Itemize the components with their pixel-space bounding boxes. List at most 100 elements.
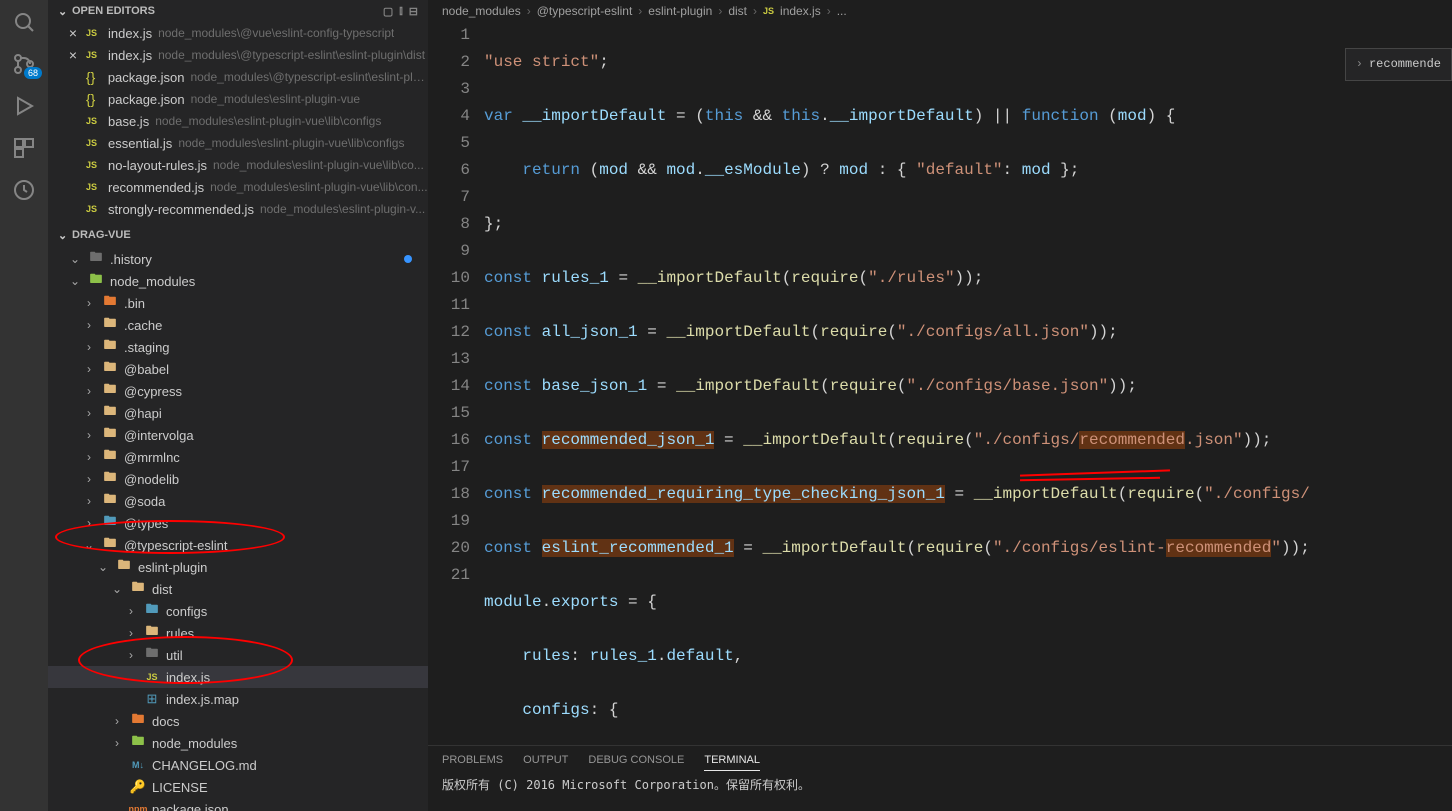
tree-item-label: node_modules xyxy=(110,274,195,289)
breadcrumb-ellipsis[interactable]: ... xyxy=(837,4,847,18)
tree-item-label: .history xyxy=(110,252,152,267)
file-type-icon: JS xyxy=(86,160,102,170)
tree-item[interactable]: 🔑LICENSE xyxy=(48,776,428,798)
chevron-down-icon: ⌄ xyxy=(58,229,72,242)
tree-item[interactable]: ›🖿rules xyxy=(48,622,428,644)
breadcrumb-segment[interactable]: eslint-plugin xyxy=(648,4,712,18)
panel-tab[interactable]: OUTPUT xyxy=(523,750,568,770)
chevron-icon: ⌄ xyxy=(68,274,82,288)
tree-item-label: @mrmlnc xyxy=(124,450,180,465)
breadcrumb-file[interactable]: index.js xyxy=(780,4,821,18)
tree-item[interactable]: ›🖿@cypress xyxy=(48,380,428,402)
code-content[interactable]: "use strict"; var __importDefault = (thi… xyxy=(484,22,1310,745)
markdown-icon: M↓ xyxy=(130,757,146,773)
panel-tab[interactable]: PROBLEMS xyxy=(442,750,503,770)
close-icon[interactable]: × xyxy=(66,47,80,63)
open-editor-item[interactable]: JSno-layout-rules.js node_modules\eslint… xyxy=(48,154,428,176)
editor-file-path: node_modules\@vue\eslint-config-typescri… xyxy=(158,26,394,40)
run-debug-icon[interactable] xyxy=(12,94,36,118)
tree-item[interactable]: ›🖿@hapi xyxy=(48,402,428,424)
tree-item[interactable]: ›🖿.cache xyxy=(48,314,428,336)
file-type-icon: JS xyxy=(86,204,102,214)
open-editor-item[interactable]: JSrecommended.js node_modules\eslint-plu… xyxy=(48,176,428,198)
open-editor-item[interactable]: JSessential.js node_modules\eslint-plugi… xyxy=(48,132,428,154)
folder-icon: 🖿 xyxy=(130,713,146,729)
breadcrumbs[interactable]: node_modules› @typescript-eslint› eslint… xyxy=(428,0,1452,22)
save-all-icon[interactable]: ⫾ xyxy=(399,5,403,18)
activity-bar xyxy=(0,0,48,811)
history-icon[interactable] xyxy=(12,178,36,202)
extensions-icon[interactable] xyxy=(12,136,36,160)
close-icon[interactable]: × xyxy=(66,25,80,41)
tree-item-label: util xyxy=(166,648,183,663)
file-type-icon: {} xyxy=(86,91,102,107)
tree-item[interactable]: JSindex.js xyxy=(48,666,428,688)
tree-item[interactable]: ›🖿@nodelib xyxy=(48,468,428,490)
tree-item[interactable]: ⌄🖿node_modules xyxy=(48,270,428,292)
code-editor[interactable]: 123456789101112131415161718192021 "use s… xyxy=(428,22,1452,745)
tree-item[interactable]: ›🖿.staging xyxy=(48,336,428,358)
sidebar: ⌄ Open Editors ▢ ⫾ ⊟ ×JSindex.js node_mo… xyxy=(48,0,428,811)
tree-item[interactable]: ›🖿configs xyxy=(48,600,428,622)
tree-item[interactable]: ›🖿util xyxy=(48,644,428,666)
chevron-icon: › xyxy=(82,494,96,508)
tree-item[interactable]: ›🖿@soda xyxy=(48,490,428,512)
tree-item[interactable]: ⌄🖿@typescript-eslint xyxy=(48,534,428,556)
tree-item-label: @hapi xyxy=(124,406,162,421)
editor-file-name: index.js xyxy=(108,48,152,63)
open-editors-actions: ▢ ⫾ ⊟ xyxy=(383,5,418,18)
tree-item[interactable]: ⌄🖿eslint-plugin xyxy=(48,556,428,578)
chevron-icon: › xyxy=(82,340,96,354)
tree-item[interactable]: ›🖿@babel xyxy=(48,358,428,380)
tree-item-label: @nodelib xyxy=(124,472,179,487)
open-editors-header[interactable]: ⌄ Open Editors ▢ ⫾ ⊟ xyxy=(48,0,428,22)
panel-tab[interactable]: DEBUG CONSOLE xyxy=(588,750,684,770)
tree-item-label: @babel xyxy=(124,362,169,377)
tree-item[interactable]: ⌄🖿dist xyxy=(48,578,428,600)
tree-item[interactable]: ›🖿@intervolga xyxy=(48,424,428,446)
editor-file-path: node_modules\@typescript-eslint\eslint-p… xyxy=(158,48,425,62)
panel-tab[interactable]: TERMINAL xyxy=(704,750,760,771)
open-editor-item[interactable]: ×JSindex.js node_modules\@typescript-esl… xyxy=(48,44,428,66)
tree-item[interactable]: ›🖿docs xyxy=(48,710,428,732)
tree-item-label: @soda xyxy=(124,494,165,509)
new-file-icon[interactable]: ▢ xyxy=(383,5,393,18)
tree-item[interactable]: ›🖿node_modules xyxy=(48,732,428,754)
breadcrumb-segment[interactable]: node_modules xyxy=(442,4,521,18)
chevron-icon: › xyxy=(124,626,138,640)
tree-item[interactable]: ›🖿.bin xyxy=(48,292,428,314)
editor-file-name: base.js xyxy=(108,114,149,129)
breadcrumb-popup[interactable]: › recommende xyxy=(1345,48,1452,81)
chevron-icon: › xyxy=(82,362,96,376)
open-editors-title: Open Editors xyxy=(72,5,155,17)
folder-icon: 🖿 xyxy=(102,471,118,487)
close-all-icon[interactable]: ⊟ xyxy=(409,5,418,18)
open-editor-item[interactable]: JSbase.js node_modules\eslint-plugin-vue… xyxy=(48,110,428,132)
tree-item[interactable]: ›🖿@types xyxy=(48,512,428,534)
chevron-icon: › xyxy=(124,648,138,662)
tree-item[interactable]: ⊞index.js.map xyxy=(48,688,428,710)
tree-item[interactable]: ⌄🖿.history xyxy=(48,248,428,270)
tree-item[interactable]: M↓CHANGELOG.md xyxy=(48,754,428,776)
bottom-panel: PROBLEMS OUTPUT DEBUG CONSOLE TERMINAL 版权所有… xyxy=(428,745,1452,811)
chevron-icon: › xyxy=(82,406,96,420)
open-editor-item[interactable]: {}package.json node_modules\@typescript-… xyxy=(48,66,428,88)
breadcrumb-segment[interactable]: dist xyxy=(728,4,747,18)
tree-item-label: package.json xyxy=(152,802,229,811)
open-editor-item[interactable]: JSstrongly-recommended.js node_modules\e… xyxy=(48,198,428,220)
open-editor-item[interactable]: {}package.json node_modules\eslint-plugi… xyxy=(48,88,428,110)
open-editor-item[interactable]: ×JSindex.js node_modules\@vue\eslint-con… xyxy=(48,22,428,44)
search-icon[interactable] xyxy=(12,10,36,34)
folder-icon: 🖿 xyxy=(102,295,118,311)
folder-icon: 🖿 xyxy=(102,339,118,355)
breadcrumb-popup-label: recommende xyxy=(1369,51,1441,78)
tree-item[interactable]: ›🖿@mrmlnc xyxy=(48,446,428,468)
breadcrumb-segment[interactable]: @typescript-eslint xyxy=(537,4,633,18)
explorer-project-header[interactable]: ⌄ DRAG-VUE xyxy=(48,224,428,246)
source-control-icon[interactable] xyxy=(12,52,36,76)
terminal-content[interactable]: 版权所有 (C) 2016 Microsoft Corporation。保留所有… xyxy=(428,774,1452,795)
tree-item[interactable]: npmpackage.json xyxy=(48,798,428,811)
editor-file-path: node_modules\eslint-plugin-vue\lib\confi… xyxy=(178,136,404,150)
line-gutter: 123456789101112131415161718192021 xyxy=(428,22,484,589)
folder-icon: 🖿 xyxy=(102,449,118,465)
